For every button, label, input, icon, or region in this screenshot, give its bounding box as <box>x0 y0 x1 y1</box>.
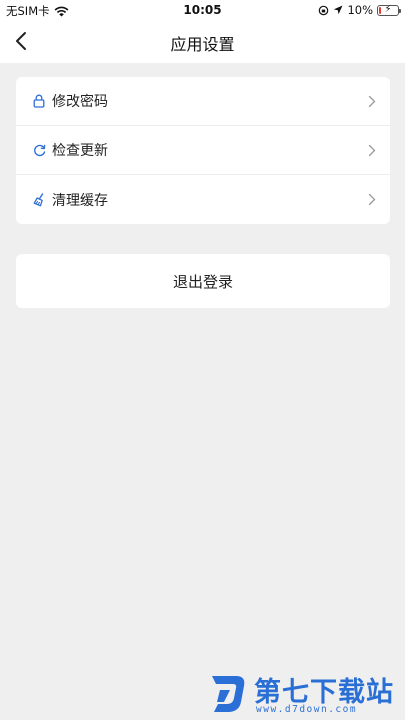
refresh-icon <box>32 143 46 157</box>
settings-item-label: 检查更新 <box>52 143 108 159</box>
broom-icon <box>32 192 46 207</box>
chevron-right-icon <box>368 193 376 206</box>
settings-item-label: 修改密码 <box>52 94 108 110</box>
status-right: 10% ⚡ <box>318 3 401 17</box>
battery-icon: ⚡ <box>377 3 401 16</box>
logout-label: 退出登录 <box>172 272 233 291</box>
location-arrow-icon <box>334 5 343 15</box>
settings-item-check-update[interactable]: 检查更新 <box>16 126 390 175</box>
settings-item-change-password[interactable]: 修改密码 <box>16 77 390 126</box>
watermark-logo-icon <box>212 676 245 712</box>
watermark-url: www.d7down.com <box>256 704 358 715</box>
settings-item-clear-cache[interactable]: 清理缓存 <box>16 175 390 224</box>
rotation-lock-icon <box>319 5 329 15</box>
logout-button[interactable]: 退出登录 <box>16 254 390 308</box>
battery-percent: 10% <box>347 3 373 17</box>
nav-bar: 应用设置 <box>0 20 405 63</box>
chevron-right-icon <box>368 95 376 108</box>
status-bar: 无SIM卡 10:05 10% ⚡ <box>0 0 405 20</box>
page-title: 应用设置 <box>170 35 235 54</box>
charging-bolt-icon: ⚡ <box>384 3 392 15</box>
back-chevron-icon <box>16 32 26 50</box>
chevron-right-icon <box>368 144 376 157</box>
settings-item-label: 清理缓存 <box>52 192 108 209</box>
settings-list: 修改密码 检查更新 清理缓存 <box>16 77 390 224</box>
watermark: 第七下载站 www.d7down.com <box>208 668 400 718</box>
back-button[interactable] <box>10 30 32 52</box>
lock-icon <box>32 94 46 108</box>
